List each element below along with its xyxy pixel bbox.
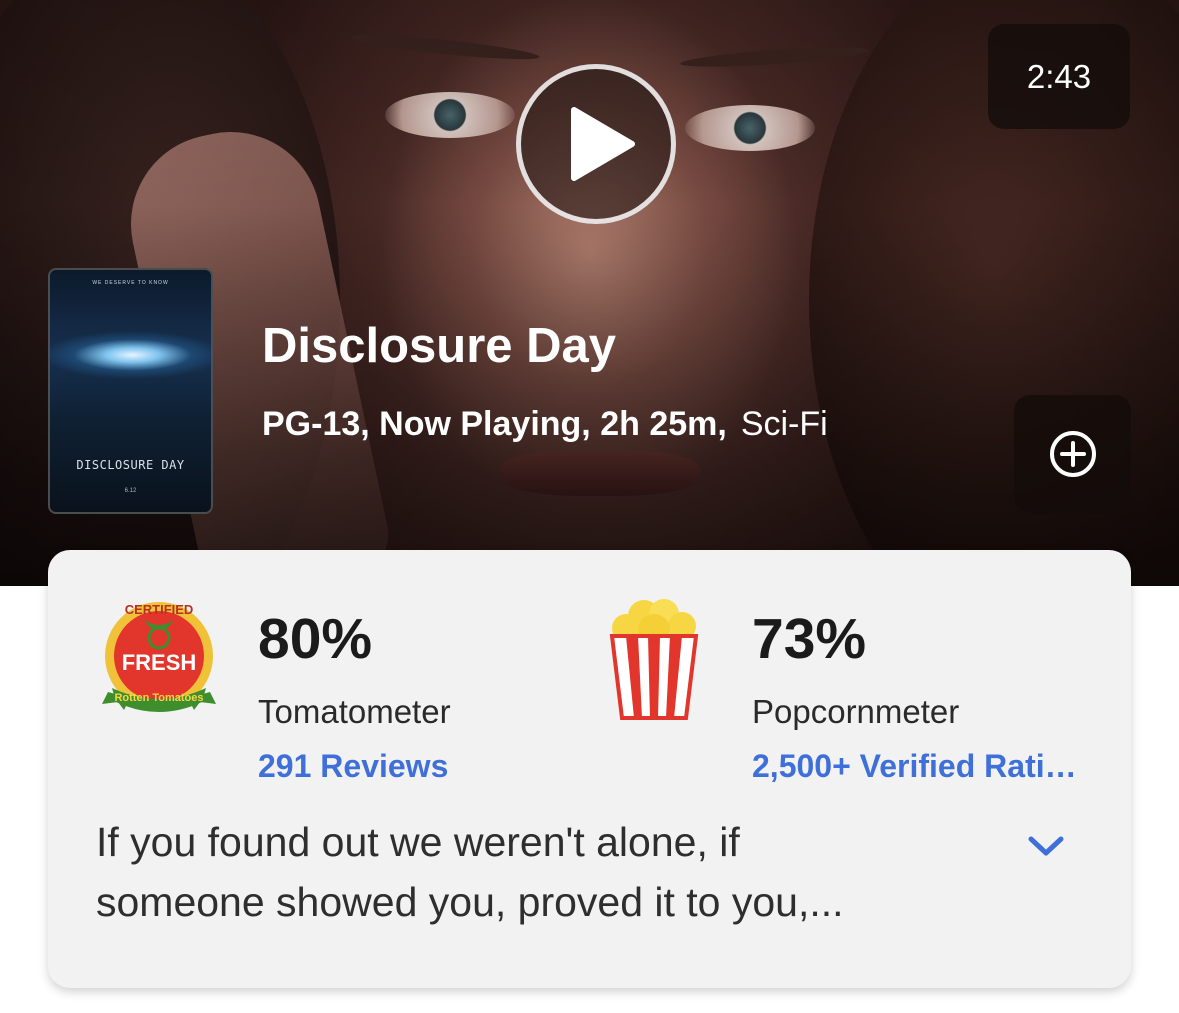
poster-eye-art xyxy=(50,320,211,390)
certified-fresh-icon: CERTIFIED FRESH Rotten Tomatoes xyxy=(102,602,216,712)
movie-title: Disclosure Day xyxy=(262,319,617,373)
popcornmeter-score: 73% xyxy=(752,607,867,671)
badge-certified-text: CERTIFIED xyxy=(125,602,194,617)
badge-fresh-text: FRESH xyxy=(122,650,197,675)
tomatometer-label: Tomatometer xyxy=(258,693,451,730)
movie-meta: PG-13, Now Playing, 2h 25m, Sci-Fi xyxy=(262,405,828,444)
badge-brand-text: Rotten Tomatoes xyxy=(114,692,203,704)
play-trailer-button[interactable] xyxy=(516,64,676,224)
poster-date: 6.12 xyxy=(124,488,137,494)
movie-genre: Sci-Fi xyxy=(740,405,828,443)
movie-synopsis[interactable]: If you found out we weren't alone, if so… xyxy=(96,812,936,932)
tomatometer-reviews-link[interactable]: 291 Reviews xyxy=(258,748,448,785)
tomatometer-score: 80% xyxy=(258,607,373,671)
synopsis-line: someone showed you, proved it to you,... xyxy=(96,879,844,925)
chevron-down-icon xyxy=(1028,836,1064,856)
movie-meta-info: PG-13, Now Playing, 2h 25m, xyxy=(262,405,727,443)
plus-circle-icon xyxy=(1049,431,1096,477)
synopsis-line: If you found out we weren't alone, if xyxy=(96,819,740,865)
movie-poster[interactable]: WE DESERVE TO KNOW DISCLOSURE DAY 6.12 xyxy=(48,268,213,514)
poster-tagline: WE DESERVE TO KNOW xyxy=(92,280,169,286)
add-to-watchlist-button[interactable] xyxy=(1014,395,1131,513)
trailer-duration-badge: 2:43 xyxy=(988,24,1130,129)
poster-title: DISCLOSURE DAY xyxy=(76,458,185,472)
popcornmeter-label: Popcornmeter xyxy=(752,693,960,730)
play-icon xyxy=(571,107,635,181)
expand-synopsis-button[interactable] xyxy=(1024,828,1068,864)
popcorn-icon xyxy=(609,599,699,720)
popcornmeter-ratings-link[interactable]: 2,500+ Verified Ratings xyxy=(752,748,1080,785)
